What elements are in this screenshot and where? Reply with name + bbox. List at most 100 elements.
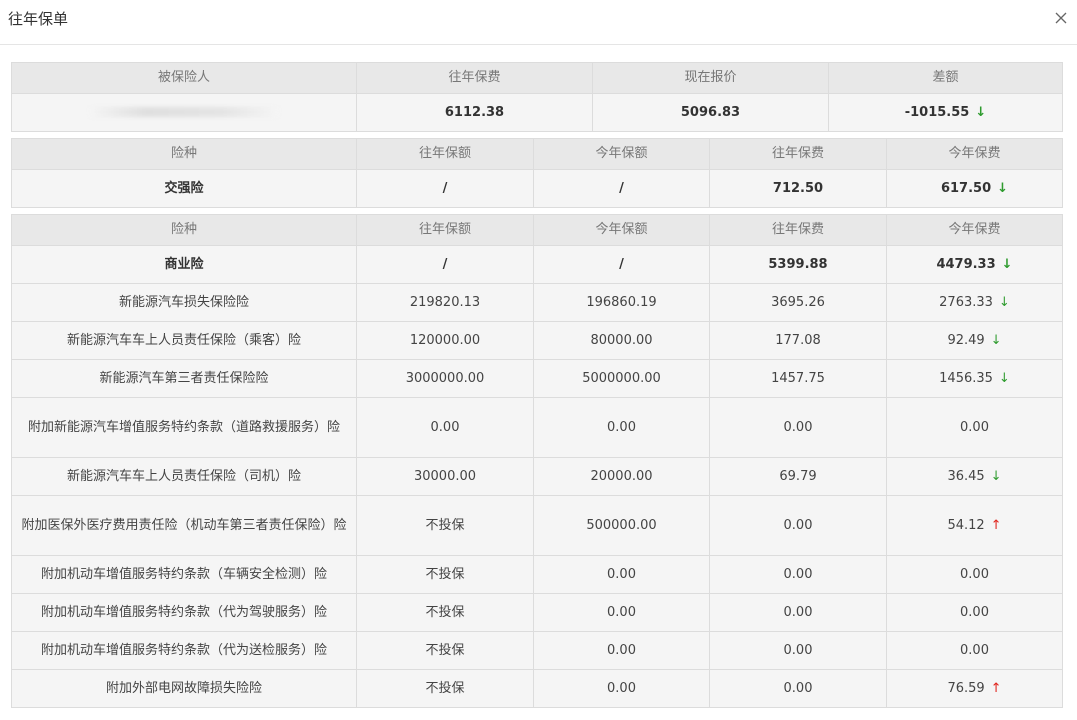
header-difference: 差额 bbox=[828, 62, 1063, 94]
curr-amount: 80000.00 bbox=[533, 321, 710, 360]
insured-name bbox=[11, 93, 357, 132]
header-prev-premium: 往年保费 bbox=[709, 214, 887, 246]
curr-premium: 36.45 bbox=[947, 468, 985, 484]
coverage-name: 新能源汽车第三者责任保险险 bbox=[11, 359, 357, 398]
prev-premium-value: 6112.38 bbox=[356, 93, 593, 132]
curr-premium-cell: 0.00 bbox=[886, 593, 1063, 632]
header-prev-amount: 往年保额 bbox=[356, 214, 534, 246]
difference-cell: -1015.55 ↓ bbox=[828, 93, 1063, 132]
table-row: 附加机动车增值服务特约条款（车辆安全检测）险 不投保 0.00 0.00 0.00 bbox=[11, 555, 1063, 594]
summary-row: 6112.38 5096.83 -1015.55 ↓ bbox=[11, 93, 1063, 132]
coverage-name: 附加机动车增值服务特约条款（代为送检服务）险 bbox=[11, 631, 357, 670]
curr-premium-cell: 76.59 ↑ bbox=[886, 669, 1063, 708]
curr-amount: 196860.19 bbox=[533, 283, 710, 322]
prev-amount: 120000.00 bbox=[356, 321, 534, 360]
coverage-name: 附加新能源汽车增值服务特约条款（道路救援服务）险 bbox=[11, 397, 357, 458]
summary-header-row: 被保险人 往年保费 现在报价 差额 bbox=[11, 62, 1063, 94]
compulsory-curr-amount: / bbox=[533, 169, 710, 208]
arrow-down-icon: ↓ bbox=[998, 370, 1010, 386]
commercial-total-curr-amount: / bbox=[533, 245, 710, 284]
curr-amount: 0.00 bbox=[533, 593, 710, 632]
arrow-down-icon: ↓ bbox=[990, 468, 1002, 484]
prev-premium: 1457.75 bbox=[709, 359, 887, 398]
compulsory-table: 险种 往年保额 今年保额 往年保费 今年保费 交强险 / / 712.50 61… bbox=[11, 138, 1063, 208]
modal-title: 往年保单 bbox=[8, 10, 69, 28]
compulsory-prev-premium: 712.50 bbox=[709, 169, 887, 208]
prev-amount: 30000.00 bbox=[356, 457, 534, 496]
commercial-header-row: 险种 往年保额 今年保额 往年保费 今年保费 bbox=[11, 214, 1063, 246]
table-row: 新能源汽车车上人员责任保险（乘客）险 120000.00 80000.00 177.0… bbox=[11, 321, 1063, 360]
curr-premium: 0.00 bbox=[960, 419, 989, 435]
curr-amount: 0.00 bbox=[533, 669, 710, 708]
prev-amount: 不投保 bbox=[356, 555, 534, 594]
compulsory-curr-premium-cell: 617.50 ↓ bbox=[886, 169, 1063, 208]
curr-premium: 1456.35 bbox=[939, 370, 993, 386]
redacted-name bbox=[89, 107, 279, 117]
curr-amount: 5000000.00 bbox=[533, 359, 710, 398]
coverage-name: 新能源汽车车上人员责任保险（乘客）险 bbox=[11, 321, 357, 360]
curr-amount: 0.00 bbox=[533, 397, 710, 458]
prev-amount: 不投保 bbox=[356, 669, 534, 708]
header-curr-premium: 今年保费 bbox=[886, 138, 1063, 170]
prev-premium: 0.00 bbox=[709, 555, 887, 594]
prev-amount: 3000000.00 bbox=[356, 359, 534, 398]
table-row: 新能源汽车车上人员责任保险（司机）险 30000.00 20000.00 69.79 3… bbox=[11, 457, 1063, 496]
arrow-down-icon: ↓ bbox=[1001, 256, 1013, 272]
prev-premium: 0.00 bbox=[709, 669, 887, 708]
curr-premium: 76.59 bbox=[947, 680, 985, 696]
header-type: 险种 bbox=[11, 138, 357, 170]
curr-amount: 20000.00 bbox=[533, 457, 710, 496]
header-prev-premium: 往年保费 bbox=[356, 62, 593, 94]
table-row: 新能源汽车第三者责任保险险 3000000.00 5000000.00 1457.75… bbox=[11, 359, 1063, 398]
table-row: 附加医保外医疗费用责任险（机动车第三者责任保险）险 不投保 500000.00 0.0… bbox=[11, 495, 1063, 556]
header-current-quote: 现在报价 bbox=[592, 62, 829, 94]
close-button[interactable] bbox=[1053, 10, 1069, 26]
table-row: 附加新能源汽车增值服务特约条款（道路救援服务）险 0.00 0.00 0.00 0.00 bbox=[11, 397, 1063, 458]
coverage-name: 附加外部电网故障损失险险 bbox=[11, 669, 357, 708]
coverage-name: 新能源汽车车上人员责任保险（司机）险 bbox=[11, 457, 357, 496]
curr-premium: 0.00 bbox=[960, 604, 989, 620]
policy-content: 被保险人 往年保费 现在报价 差额 6112.38 5096.83 -1015.… bbox=[11, 62, 1063, 708]
curr-premium-cell: 0.00 bbox=[886, 631, 1063, 670]
prev-premium: 3695.26 bbox=[709, 283, 887, 322]
coverage-name: 附加机动车增值服务特约条款（代为驾驶服务）险 bbox=[11, 593, 357, 632]
current-quote-value: 5096.83 bbox=[592, 93, 829, 132]
prev-amount: 不投保 bbox=[356, 593, 534, 632]
compulsory-curr-premium: 617.50 bbox=[940, 180, 992, 196]
coverage-name: 新能源汽车损失保险险 bbox=[11, 283, 357, 322]
table-row: 附加外部电网故障损失险险 不投保 0.00 0.00 76.59 ↑ bbox=[11, 669, 1063, 708]
coverage-name: 附加机动车增值服务特约条款（车辆安全检测）险 bbox=[11, 555, 357, 594]
curr-amount: 0.00 bbox=[533, 555, 710, 594]
arrow-down-icon: ↓ bbox=[997, 180, 1009, 196]
arrow-down-icon: ↓ bbox=[975, 104, 987, 120]
header-prev-premium: 往年保费 bbox=[709, 138, 887, 170]
compulsory-row: 交强险 / / 712.50 617.50 ↓ bbox=[11, 169, 1063, 208]
difference-value: -1015.55 bbox=[904, 104, 970, 120]
prev-premium: 0.00 bbox=[709, 631, 887, 670]
curr-premium-cell: 36.45 ↓ bbox=[886, 457, 1063, 496]
prev-amount: 不投保 bbox=[356, 631, 534, 670]
prev-premium: 0.00 bbox=[709, 397, 887, 458]
prev-premium: 177.08 bbox=[709, 321, 887, 360]
header-curr-premium: 今年保费 bbox=[886, 214, 1063, 246]
commercial-total-curr-premium: 4479.33 bbox=[936, 256, 996, 272]
table-row: 附加机动车增值服务特约条款（代为送检服务）险 不投保 0.00 0.00 0.00 bbox=[11, 631, 1063, 670]
curr-amount: 0.00 bbox=[533, 631, 710, 670]
header-insured: 被保险人 bbox=[11, 62, 357, 94]
compulsory-prev-amount: / bbox=[356, 169, 534, 208]
modal-header: 往年保单 bbox=[0, 0, 1077, 45]
commercial-total-prev-amount: / bbox=[356, 245, 534, 284]
curr-premium-cell: 0.00 bbox=[886, 397, 1063, 458]
curr-premium-cell: 0.00 bbox=[886, 555, 1063, 594]
arrow-up-icon: ↑ bbox=[990, 680, 1002, 696]
header-prev-amount: 往年保额 bbox=[356, 138, 534, 170]
prev-amount: 219820.13 bbox=[356, 283, 534, 322]
arrow-down-icon: ↓ bbox=[990, 332, 1002, 348]
prev-amount: 0.00 bbox=[356, 397, 534, 458]
close-icon bbox=[1055, 12, 1067, 24]
summary-table: 被保险人 往年保费 现在报价 差额 6112.38 5096.83 -1015.… bbox=[11, 62, 1063, 132]
compulsory-name: 交强险 bbox=[11, 169, 357, 208]
commercial-total-name: 商业险 bbox=[11, 245, 357, 284]
prev-premium: 69.79 bbox=[709, 457, 887, 496]
table-row: 附加机动车增值服务特约条款（代为驾驶服务）险 不投保 0.00 0.00 0.00 bbox=[11, 593, 1063, 632]
